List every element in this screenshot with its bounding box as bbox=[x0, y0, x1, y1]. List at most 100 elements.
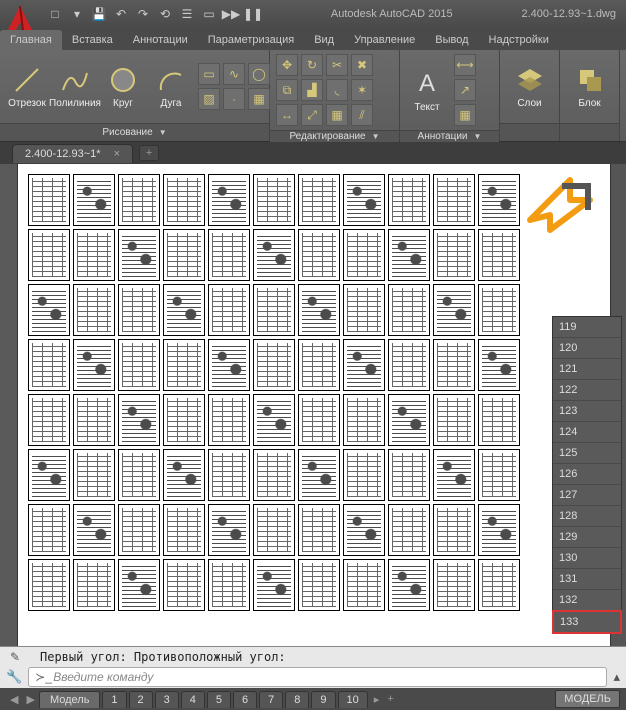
tool-text[interactable]: A Текст bbox=[406, 68, 448, 113]
qat-sheet-icon[interactable]: ☰ bbox=[178, 5, 196, 23]
sheet-thumbnail[interactable] bbox=[73, 559, 115, 611]
layout-list-item[interactable]: 120 bbox=[553, 338, 621, 359]
tool-point-icon[interactable]: · bbox=[223, 88, 245, 110]
sheet-thumbnail[interactable] bbox=[208, 559, 250, 611]
sheet-thumbnail[interactable] bbox=[118, 394, 160, 446]
sheet-thumbnail[interactable] bbox=[208, 449, 250, 501]
tool-line[interactable]: Отрезок bbox=[6, 64, 48, 109]
sheet-thumbnail[interactable] bbox=[343, 449, 385, 501]
layout-more-icon[interactable]: ▸ bbox=[370, 693, 384, 706]
sheet-thumbnail[interactable] bbox=[433, 504, 475, 556]
tool-circle[interactable]: Круг bbox=[102, 64, 144, 109]
sheet-thumbnail[interactable] bbox=[433, 339, 475, 391]
panel-draw-label[interactable]: Рисование▼ bbox=[0, 123, 269, 141]
sheet-thumbnail[interactable] bbox=[253, 394, 295, 446]
sheet-thumbnail[interactable] bbox=[478, 449, 520, 501]
sheet-thumbnail[interactable] bbox=[478, 559, 520, 611]
layout-list-item[interactable]: 128 bbox=[553, 506, 621, 527]
sheet-thumbnail[interactable] bbox=[253, 504, 295, 556]
layout-list-item[interactable]: 127 bbox=[553, 485, 621, 506]
tool-hatch-icon[interactable]: ▨ bbox=[198, 88, 220, 110]
sheet-thumbnail[interactable] bbox=[28, 504, 70, 556]
sheet-thumbnail[interactable] bbox=[253, 229, 295, 281]
layout-list-item[interactable]: 122 bbox=[553, 380, 621, 401]
tool-offset-icon[interactable]: ⫽ bbox=[351, 104, 373, 126]
ribbon-tab-annotate[interactable]: Аннотации bbox=[123, 30, 198, 50]
sheet-thumbnail[interactable] bbox=[433, 174, 475, 226]
command-history-icon[interactable]: ✎ bbox=[10, 650, 20, 664]
sheet-thumbnail[interactable] bbox=[163, 174, 205, 226]
tool-trim-icon[interactable]: ✂ bbox=[326, 54, 348, 76]
ribbon-tab-view[interactable]: Вид bbox=[304, 30, 344, 50]
tool-region-icon[interactable]: ▦ bbox=[248, 88, 270, 110]
sheet-thumbnail[interactable] bbox=[478, 339, 520, 391]
tool-mirror-icon[interactable]: ▟ bbox=[301, 79, 323, 101]
sheet-thumbnail[interactable] bbox=[163, 284, 205, 336]
layout-list-item[interactable]: 124 bbox=[553, 422, 621, 443]
layout-list-item[interactable]: 132 bbox=[553, 590, 621, 611]
sheet-thumbnail[interactable] bbox=[28, 449, 70, 501]
tool-table-icon[interactable]: ▦ bbox=[454, 104, 476, 126]
sheet-thumbnail[interactable] bbox=[118, 284, 160, 336]
tool-leader-icon[interactable]: ↗ bbox=[454, 79, 476, 101]
ribbon-tab-manage[interactable]: Управление bbox=[344, 30, 425, 50]
layout-next-icon[interactable]: ▶ bbox=[22, 693, 38, 706]
layout-list-item[interactable]: 125 bbox=[553, 443, 621, 464]
sheet-thumbnail[interactable] bbox=[28, 394, 70, 446]
command-settings-icon[interactable]: 🔧 bbox=[6, 669, 22, 685]
tool-fillet-icon[interactable]: ◟ bbox=[326, 79, 348, 101]
sheet-thumbnail[interactable] bbox=[478, 394, 520, 446]
layout-list-item[interactable]: 129 bbox=[553, 527, 621, 548]
model-space-button[interactable]: МОДЕЛЬ bbox=[555, 690, 620, 708]
qat-new-icon[interactable]: □ bbox=[46, 5, 64, 23]
model-tab[interactable]: Модель bbox=[39, 691, 100, 708]
tool-rectangle-icon[interactable]: ▭ bbox=[198, 63, 220, 85]
sheet-thumbnail[interactable] bbox=[73, 394, 115, 446]
tool-polyline[interactable]: Полилиния bbox=[54, 64, 96, 109]
sheet-thumbnail[interactable] bbox=[343, 174, 385, 226]
sheet-thumbnail[interactable] bbox=[388, 449, 430, 501]
tool-move-icon[interactable]: ✥ bbox=[276, 54, 298, 76]
sheet-thumbnail[interactable] bbox=[73, 449, 115, 501]
qat-undo-icon[interactable]: ↶ bbox=[112, 5, 130, 23]
sheet-thumbnail[interactable] bbox=[253, 339, 295, 391]
sheet-thumbnail[interactable] bbox=[343, 284, 385, 336]
layout-tab[interactable]: 6 bbox=[233, 691, 257, 708]
tool-scale-icon[interactable]: ⤢ bbox=[301, 104, 323, 126]
drawing-canvas[interactable] bbox=[18, 164, 610, 646]
qat-save-icon[interactable]: 💾 bbox=[90, 5, 108, 23]
sheet-thumbnail[interactable] bbox=[388, 559, 430, 611]
close-tab-icon[interactable]: × bbox=[114, 148, 120, 160]
sheet-thumbnail[interactable] bbox=[28, 174, 70, 226]
sheet-thumbnail[interactable] bbox=[163, 339, 205, 391]
layout-list-item[interactable]: 130 bbox=[553, 548, 621, 569]
ribbon-tab-insert[interactable]: Вставка bbox=[62, 30, 123, 50]
sheet-thumbnail[interactable] bbox=[208, 394, 250, 446]
sheet-thumbnail[interactable] bbox=[73, 174, 115, 226]
sheet-thumbnail[interactable] bbox=[73, 504, 115, 556]
sheet-thumbnail[interactable] bbox=[73, 229, 115, 281]
sheet-thumbnail[interactable] bbox=[163, 449, 205, 501]
layout-list-item[interactable]: 119 bbox=[553, 317, 621, 338]
sheet-thumbnail[interactable] bbox=[73, 284, 115, 336]
tool-spline-icon[interactable]: ∿ bbox=[223, 63, 245, 85]
sheet-thumbnail[interactable] bbox=[433, 229, 475, 281]
sheet-thumbnail[interactable] bbox=[343, 504, 385, 556]
sheet-thumbnail[interactable] bbox=[298, 229, 340, 281]
layout-list-item[interactable]: 131 bbox=[553, 569, 621, 590]
tool-explode-icon[interactable]: ✶ bbox=[351, 79, 373, 101]
qat-sync-icon[interactable]: ⟲ bbox=[156, 5, 174, 23]
sheet-thumbnail[interactable] bbox=[433, 449, 475, 501]
layout-prev-icon[interactable]: ◀ bbox=[6, 693, 22, 706]
qat-dropdown-icon[interactable]: ▾ bbox=[68, 5, 86, 23]
sheet-thumbnail[interactable] bbox=[253, 284, 295, 336]
tool-rotate-icon[interactable]: ↻ bbox=[301, 54, 323, 76]
sheet-thumbnail[interactable] bbox=[163, 229, 205, 281]
layout-tab[interactable]: 9 bbox=[311, 691, 335, 708]
sheet-thumbnail[interactable] bbox=[298, 174, 340, 226]
layout-list-item[interactable]: 133 bbox=[552, 610, 622, 634]
sheet-thumbnail[interactable] bbox=[298, 339, 340, 391]
qat-play-icon[interactable]: ▶▶ bbox=[222, 5, 240, 23]
sheet-thumbnail[interactable] bbox=[118, 504, 160, 556]
sheet-thumbnail[interactable] bbox=[433, 394, 475, 446]
